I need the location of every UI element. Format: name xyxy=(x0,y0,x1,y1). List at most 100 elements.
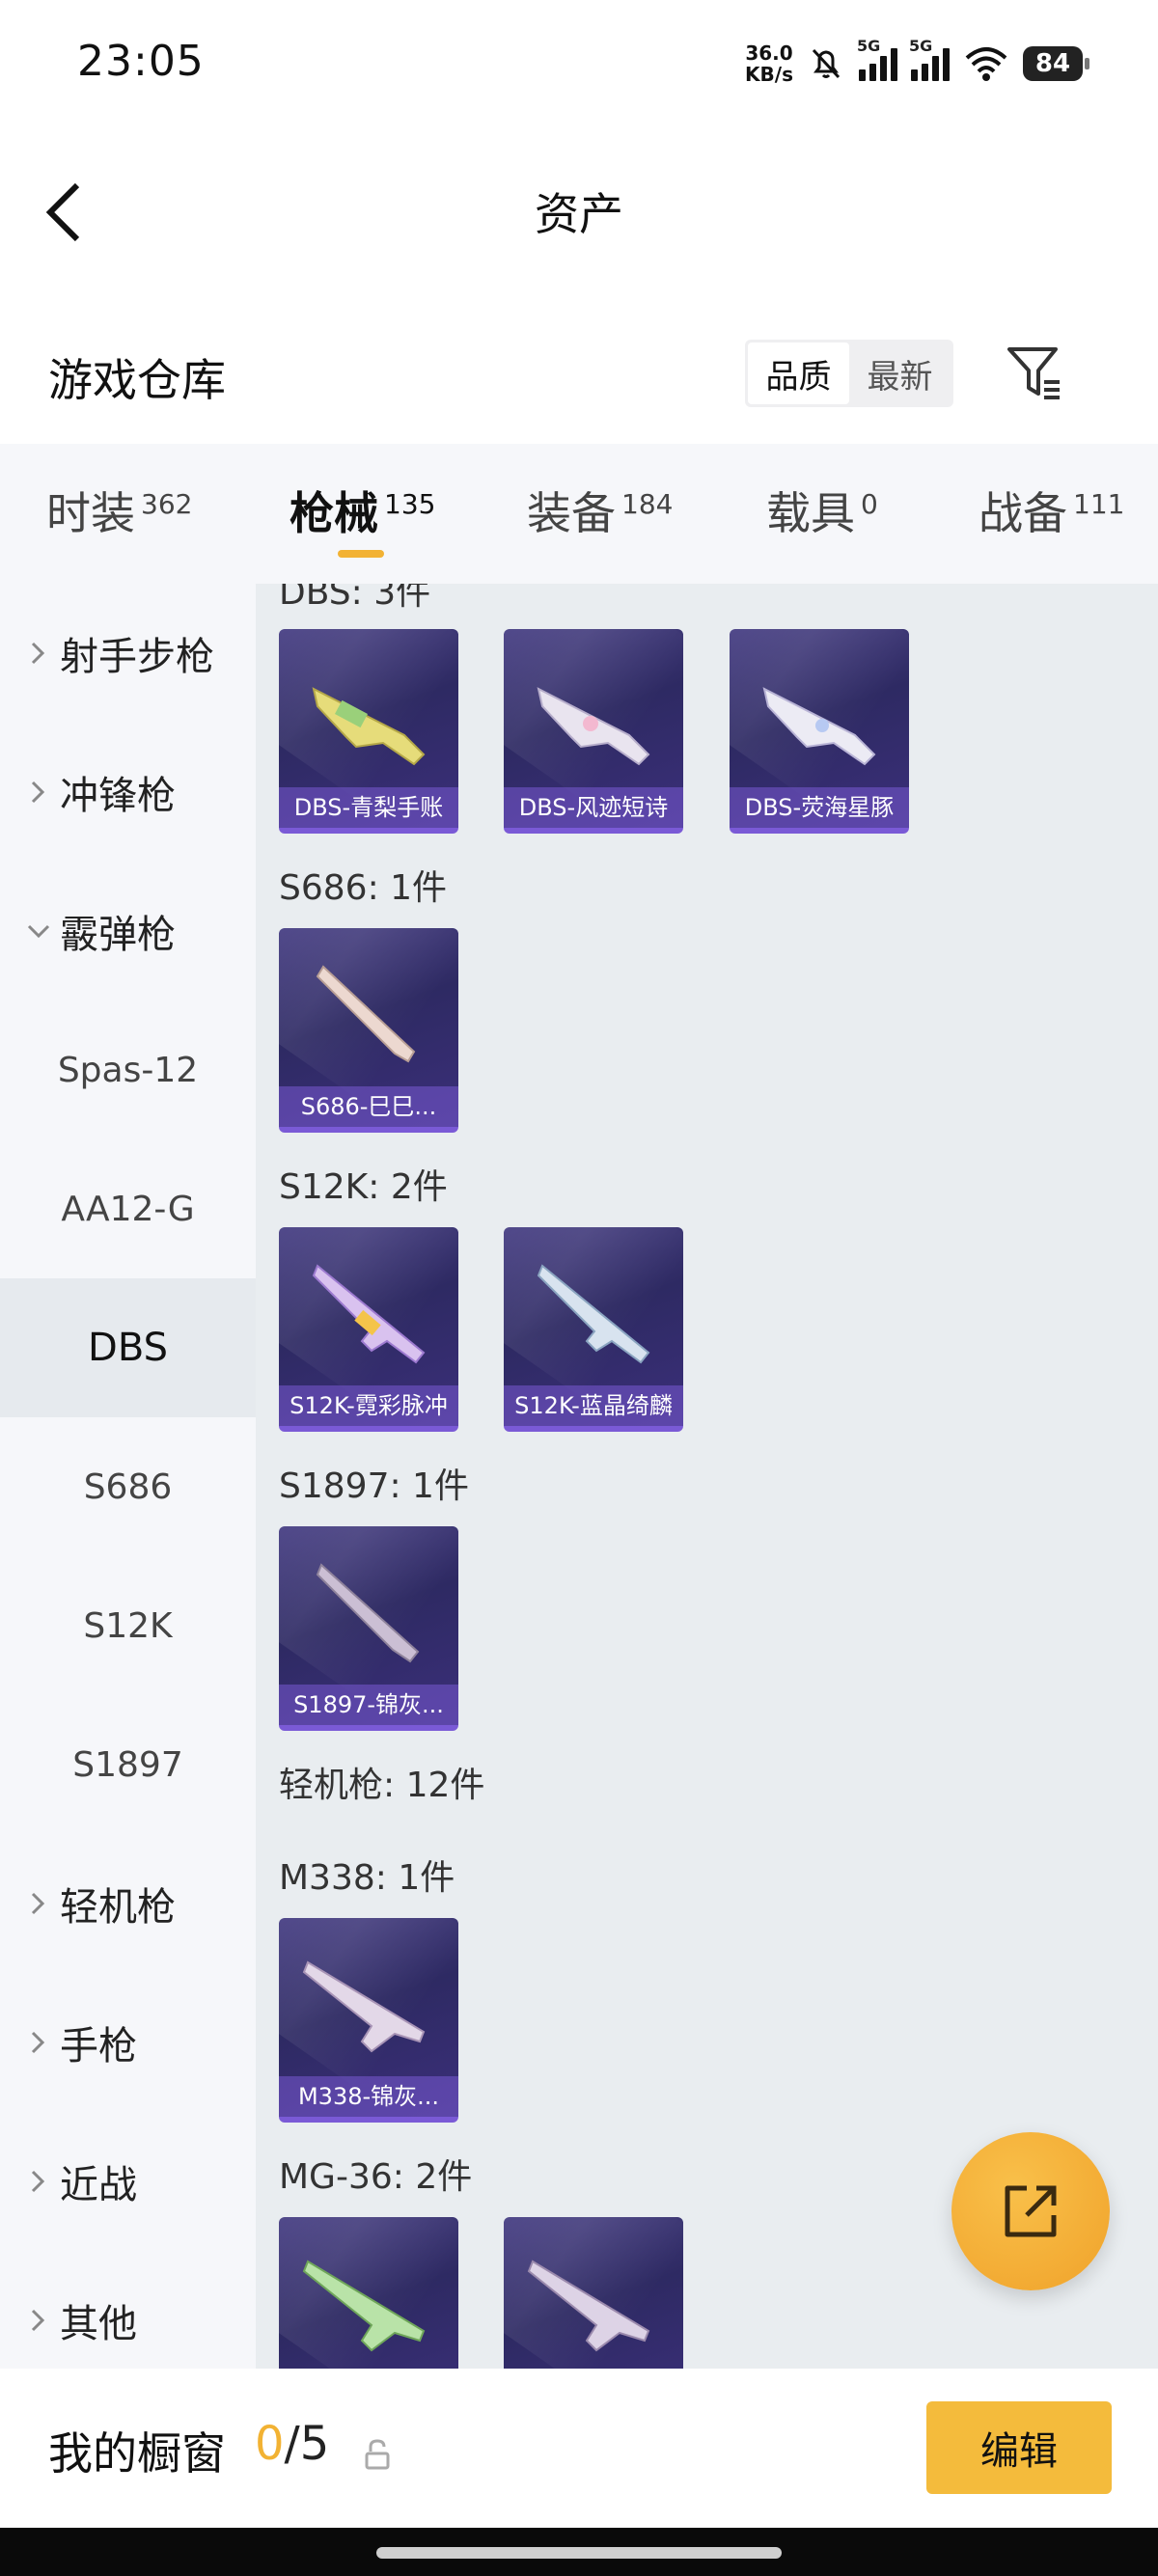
tab-label: 枪械 xyxy=(290,487,378,539)
unlock-icon xyxy=(365,2439,390,2470)
chevron-right-icon xyxy=(31,2170,45,2193)
sidebar-item-pistol[interactable]: 手枪 xyxy=(0,1973,256,2112)
chevron-right-icon xyxy=(31,642,45,665)
signal-sim1-icon: 5G xyxy=(857,37,897,81)
home-gesture-handle[interactable] xyxy=(376,2547,782,2559)
tab-count: 184 xyxy=(621,488,674,520)
weapon-card-name: DBS-青梨手账 xyxy=(279,787,458,828)
sidebar-sub-s12k[interactable]: S12K xyxy=(0,1556,256,1695)
share-external-icon xyxy=(1005,2185,1057,2237)
sidebar-item-label: 轻机枪 xyxy=(60,1885,176,1930)
showcase-count-separator: / xyxy=(284,2417,300,2471)
network-speed-value: 36.0 xyxy=(745,41,793,65)
status-time: 23:05 xyxy=(77,37,205,86)
sim1-label: 5G xyxy=(857,37,881,55)
showcase-bar: 我的橱窗 0/5 编辑 xyxy=(0,2369,1158,2528)
system-nav-bar xyxy=(0,2528,1158,2576)
weapon-card[interactable] xyxy=(279,2217,458,2369)
tab-equipment[interactable]: 装备 184 xyxy=(527,479,673,542)
warehouse-title: 游戏仓库 xyxy=(48,354,226,406)
tab-label: 载具 xyxy=(766,487,855,539)
sidebar-item-melee[interactable]: 近战 xyxy=(0,2112,256,2251)
chevron-down-icon xyxy=(27,924,50,939)
tab-count: 362 xyxy=(141,488,193,520)
weapon-card-name: S686-巳巳... xyxy=(279,1086,458,1127)
tab-firearms[interactable]: 枪械 135 xyxy=(290,479,435,542)
weapon-card[interactable]: DBS-风迹短诗 xyxy=(504,629,683,834)
sort-toggle: 品质 最新 xyxy=(745,340,953,407)
status-icons: 36.0 KB/s 5G 5G 84 xyxy=(745,35,1089,93)
shotgun-skin-image xyxy=(537,1264,650,1364)
tab-count: 0 xyxy=(861,488,878,520)
sidebar-item-lmg[interactable]: 轻机枪 xyxy=(0,1834,256,1973)
shotgun-skin-image xyxy=(537,687,650,766)
sidebar-sub-aa12g[interactable]: AA12-G xyxy=(0,1139,256,1278)
showcase-count: 0/5 xyxy=(255,2417,329,2471)
weapon-card[interactable]: S686-巳巳... xyxy=(279,928,458,1133)
signal-sim2-icon: 5G xyxy=(909,37,950,81)
tab-label: 时装 xyxy=(46,487,135,539)
weapon-card[interactable]: DBS-青梨手账 xyxy=(279,629,458,834)
sidebar-item-smg[interactable]: 冲锋枪 xyxy=(0,723,256,862)
weapon-card-name: DBS-荧海星豚 xyxy=(730,787,909,828)
tab-fashion[interactable]: 时装 362 xyxy=(46,479,192,542)
sidebar-item-marksman-rifle[interactable]: 射手步枪 xyxy=(0,584,256,723)
category-tabs: 时装 362 枪械 135 装备 184 载具 0 战备 111 xyxy=(0,444,1158,584)
weapon-card[interactable]: S1897-锦灰... xyxy=(279,1526,458,1731)
group-label-mg36: MG-36: 2件 xyxy=(279,2157,473,2197)
weapon-card[interactable] xyxy=(504,2217,683,2369)
sidebar-item-other[interactable]: 其他 xyxy=(0,2251,256,2369)
sidebar-item-label: 其他 xyxy=(60,2302,137,2346)
shotgun-skin-image xyxy=(316,965,416,1063)
network-speed-unit: KB/s xyxy=(745,63,793,86)
weapon-card-name: S12K-蓝晶绮麟 xyxy=(504,1385,683,1426)
sidebar-item-shotgun[interactable]: 霰弹枪 xyxy=(0,862,256,1000)
sidebar-sub-s686[interactable]: S686 xyxy=(0,1417,256,1556)
sort-option-quality[interactable]: 品质 xyxy=(748,343,849,404)
sidebar-sub-spas12[interactable]: Spas-12 xyxy=(0,1000,256,1139)
weapon-card-name: M338-锦灰... xyxy=(279,2076,458,2117)
battery-icon: 84 xyxy=(1023,46,1089,81)
shotgun-skin-image xyxy=(312,687,426,766)
group-label-s1897: S1897: 1件 xyxy=(279,1466,469,1506)
weapon-card[interactable]: S12K-蓝晶绮麟 xyxy=(504,1227,683,1432)
sidebar-item-label: 近战 xyxy=(60,2163,137,2207)
sidebar-item-label: 手枪 xyxy=(60,2024,137,2069)
sort-option-newest[interactable]: 最新 xyxy=(849,343,951,404)
showcase-count-current: 0 xyxy=(255,2417,285,2471)
tab-count: 135 xyxy=(384,488,436,520)
group-label-dbs: DBS: 3件 xyxy=(279,584,431,613)
lmg-skin-image xyxy=(302,2260,426,2352)
tab-vehicles[interactable]: 载具 0 xyxy=(766,479,878,542)
tab-supplies[interactable]: 战备 111 xyxy=(979,479,1124,542)
wifi-icon xyxy=(965,47,1007,81)
chevron-right-icon xyxy=(31,2031,45,2054)
page-header: 资产 xyxy=(0,125,1158,299)
weapon-category-sidebar: 射手步枪 冲锋枪 霰弹枪 Spas-12 AA12-G DBS S686 S12… xyxy=(0,584,256,2369)
filter-button[interactable] xyxy=(1004,342,1065,403)
lmg-skin-image xyxy=(527,2260,650,2352)
sidebar-sub-s1897[interactable]: S1897 xyxy=(0,1695,256,1834)
network-speed: 36.0 KB/s xyxy=(745,42,793,85)
mute-bell-icon xyxy=(812,48,841,79)
page-title: 资产 xyxy=(535,188,623,240)
edit-button[interactable]: 编辑 xyxy=(926,2401,1112,2494)
share-fab-button[interactable] xyxy=(951,2132,1110,2290)
group-label-s12k: S12K: 2件 xyxy=(279,1167,448,1207)
weapon-card[interactable]: S12K-霓彩脉冲 xyxy=(279,1227,458,1432)
showcase-count-max: 5 xyxy=(299,2417,330,2471)
tab-count: 111 xyxy=(1073,488,1125,520)
weapon-card-name: S12K-霓彩脉冲 xyxy=(279,1385,458,1426)
sidebar-item-label: 射手步枪 xyxy=(60,635,214,679)
tab-label: 装备 xyxy=(527,487,616,539)
chevron-right-icon xyxy=(31,1892,45,1915)
warehouse-header: 游戏仓库 品质 最新 xyxy=(0,318,1158,444)
weapon-card[interactable]: DBS-荧海星豚 xyxy=(730,629,909,834)
sidebar-item-label: 冲锋枪 xyxy=(60,774,176,818)
group-label-s686: S686: 1件 xyxy=(279,868,448,908)
shotgun-skin-image xyxy=(762,687,876,766)
chevron-right-icon xyxy=(31,2309,45,2332)
weapon-card-name: DBS-风迹短诗 xyxy=(504,787,683,828)
sidebar-sub-dbs[interactable]: DBS xyxy=(0,1278,256,1417)
weapon-card[interactable]: M338-锦灰... xyxy=(279,1918,458,2123)
